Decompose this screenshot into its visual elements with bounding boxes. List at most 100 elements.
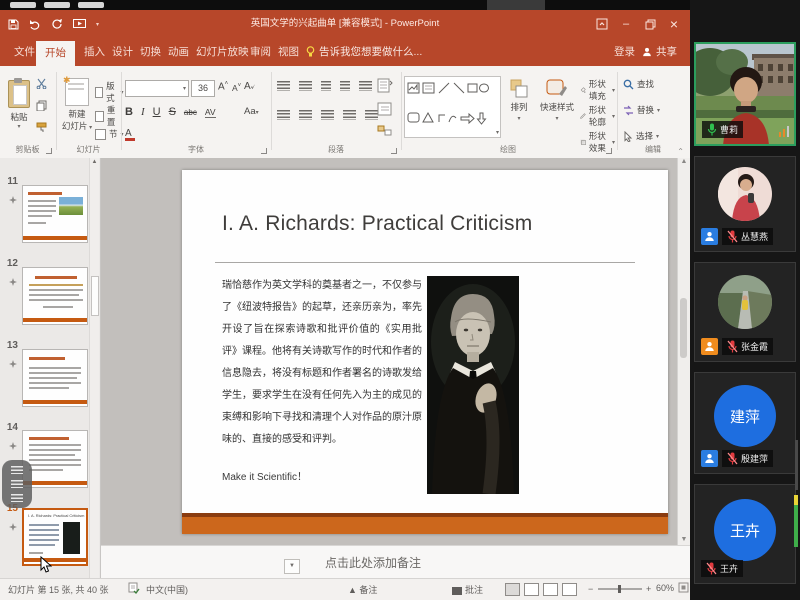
tab-animations[interactable]: 动画 — [166, 38, 191, 66]
sign-in-button[interactable]: 登录 — [612, 38, 637, 66]
font-size-select[interactable]: 36 — [191, 80, 215, 97]
transition-star-icon[interactable] — [9, 191, 17, 209]
paste-button[interactable]: 粘贴 ▾ — [8, 80, 30, 130]
zoom-out-button[interactable]: − — [588, 584, 593, 594]
toolbar-icon[interactable] — [11, 466, 23, 474]
tell-me-box[interactable]: 告诉我您想要做什么... — [306, 38, 422, 66]
numbering-icon[interactable] — [299, 81, 312, 91]
restore-button[interactable] — [638, 10, 662, 38]
scroll-up-icon[interactable]: ▲ — [678, 158, 690, 165]
toolbar-icon[interactable] — [11, 494, 23, 502]
section-button[interactable]: 节▾ — [95, 128, 124, 140]
slide-title[interactable]: I. A. Richards: Practical Criticism — [222, 212, 532, 236]
thumbnails-scrollbar[interactable]: ▲ — [89, 158, 99, 578]
slide-thumbnail[interactable] — [22, 349, 88, 407]
font-name-select[interactable]: ▾ — [125, 80, 189, 97]
change-case-button[interactable]: Aa▾ — [244, 106, 259, 117]
tab-slideshow[interactable]: 幻灯片放映 — [194, 38, 251, 66]
shapes-gallery[interactable]: ▾ — [404, 76, 501, 138]
tab-file[interactable]: 文件 — [12, 38, 37, 66]
transition-star-icon[interactable] — [9, 437, 17, 455]
slide-thumbnail[interactable] — [22, 267, 88, 325]
os-button[interactable] — [10, 2, 36, 8]
slide-canvas[interactable]: I. A. Richards: Practical Criticism 瑞恰慈作… — [182, 170, 668, 534]
tab-review[interactable]: 审阅 — [248, 38, 273, 66]
notes-placeholder[interactable]: 点击此处添加备注 — [325, 554, 421, 571]
slide-body-text[interactable]: 瑞恰慈作为英文学科的奠基者之一，不仅参与了《纽波特报告》的起草，还亲历亲为，率先… — [222, 275, 422, 451]
os-button[interactable] — [44, 2, 70, 8]
line-spacing-icon[interactable] — [359, 81, 372, 91]
zoom-percent[interactable]: 60% — [656, 583, 674, 593]
comments-toggle[interactable]: 批注 — [452, 583, 483, 596]
scroll-up-icon[interactable]: ▲ — [90, 158, 99, 166]
transition-star-icon[interactable] — [9, 518, 17, 536]
bullets-icon[interactable] — [277, 81, 290, 91]
convert-smartart-icon[interactable] — [377, 124, 393, 140]
find-button[interactable]: 查找 — [623, 78, 654, 90]
os-button[interactable] — [78, 2, 104, 8]
align-text-icon[interactable] — [377, 102, 393, 118]
text-direction-icon[interactable] — [377, 78, 393, 96]
tab-view[interactable]: 视图 — [276, 38, 301, 66]
language-indicator[interactable]: 中文(中国) — [146, 583, 188, 596]
normal-view-button[interactable] — [505, 583, 520, 596]
replace-button[interactable]: 替换▾ — [623, 104, 660, 116]
cut-icon[interactable] — [36, 78, 47, 91]
clipboard-dialog-launcher[interactable] — [46, 148, 52, 154]
align-right-icon[interactable] — [321, 110, 334, 120]
participant-tile[interactable]: 王卉 王卉 — [694, 484, 796, 584]
fit-to-window-icon[interactable] — [678, 582, 689, 595]
slideshow-view-button[interactable] — [562, 583, 577, 596]
font-dialog-launcher[interactable] — [261, 148, 267, 154]
tab-transitions[interactable]: 切换 — [138, 38, 163, 66]
quick-styles-button[interactable]: 快速样式▾ — [536, 78, 578, 122]
increase-indent-icon[interactable] — [340, 81, 350, 91]
notes-collapse-handle[interactable]: ▼ — [284, 559, 300, 574]
spellcheck-icon[interactable] — [128, 582, 140, 596]
share-button[interactable]: 共享 — [642, 38, 677, 66]
tab-design[interactable]: 设计 — [110, 38, 135, 66]
scroll-down-icon[interactable]: ▼ — [678, 536, 690, 543]
zoom-slider[interactable] — [598, 588, 642, 590]
tab-home[interactable]: 开始 — [36, 41, 75, 66]
floating-annotation-toolbar[interactable] — [2, 460, 32, 508]
layout-button[interactable]: 版式▾ — [95, 80, 124, 104]
participant-tile[interactable]: 丛慧燕 — [694, 156, 796, 252]
paragraph-dialog-launcher[interactable] — [391, 148, 397, 154]
ribbon-display-options-icon[interactable] — [590, 10, 614, 38]
os-tab[interactable] — [487, 0, 545, 10]
reading-view-button[interactable] — [543, 583, 558, 596]
shrink-font-button[interactable]: A˅ — [232, 83, 241, 93]
participant-tile[interactable]: 曹莉 — [694, 42, 796, 146]
strikethrough-button[interactable]: abc — [184, 108, 197, 117]
participant-tile[interactable]: 建萍 殷建萍 — [694, 372, 796, 474]
toolbar-icon[interactable] — [11, 480, 23, 488]
shapes-more-icon[interactable]: ▾ — [496, 129, 499, 136]
slide-thumbnail-selected[interactable]: I. A. Richards: Practical Criticism — [22, 508, 88, 566]
slide-tagline[interactable]: Make it Scientific！ — [222, 468, 307, 483]
notes-pane[interactable]: ▼ 点击此处添加备注 — [101, 545, 690, 579]
sidebar-scrollbar[interactable] — [795, 440, 798, 490]
align-left-icon[interactable] — [277, 110, 290, 120]
bold-button[interactable]: B — [125, 106, 133, 118]
align-center-icon[interactable] — [299, 110, 312, 120]
slide-sorter-view-button[interactable] — [524, 583, 539, 596]
slide-thumbnail[interactable] — [22, 185, 88, 243]
italic-button[interactable]: I — [141, 106, 145, 118]
zoom-in-button[interactable]: + — [646, 584, 651, 594]
font-color-button[interactable]: A — [125, 128, 135, 141]
transition-star-icon[interactable] — [9, 273, 17, 291]
reset-button[interactable]: 重置 — [95, 104, 120, 128]
justify-icon[interactable] — [343, 110, 356, 120]
clear-format-button[interactable]: A৵ — [244, 81, 255, 93]
char-spacing-button[interactable]: AV — [205, 107, 216, 118]
format-painter-icon[interactable] — [36, 122, 47, 135]
drawing-dialog-launcher[interactable] — [606, 148, 612, 154]
tab-insert[interactable]: 插入 — [82, 38, 107, 66]
grow-font-button[interactable]: A˄ — [218, 81, 228, 92]
collapse-ribbon-icon[interactable]: ⌃ — [677, 147, 684, 156]
select-button[interactable]: 选择▾ — [623, 130, 659, 142]
richards-portrait-photo[interactable] — [427, 276, 519, 494]
notes-toggle[interactable]: ▲ 备注 — [348, 583, 377, 596]
strike-button[interactable]: S — [169, 106, 176, 118]
